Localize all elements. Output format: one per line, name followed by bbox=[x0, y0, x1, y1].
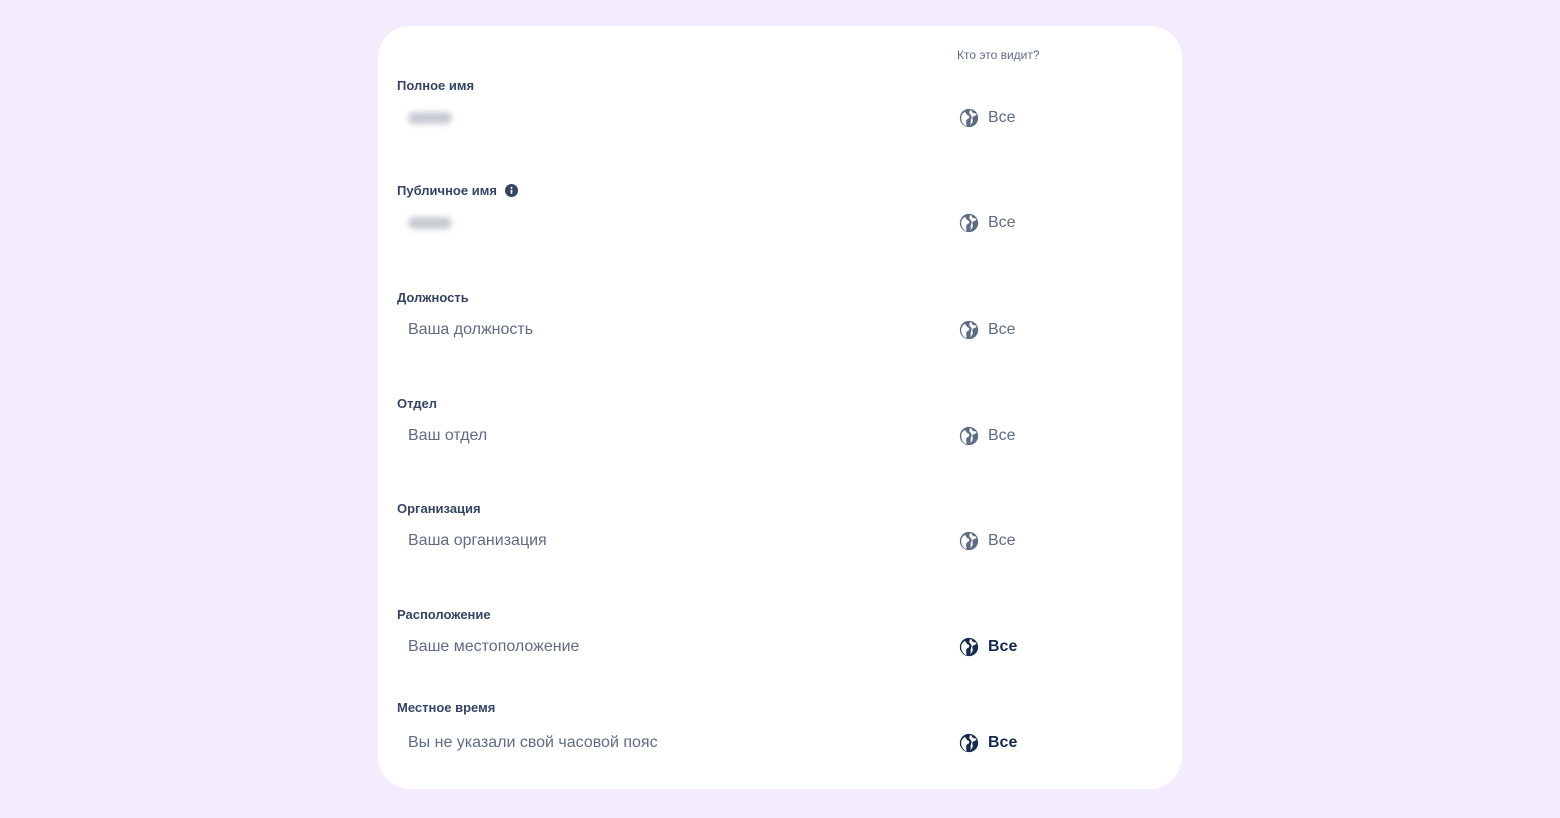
visibility-selector-organization[interactable]: Все bbox=[958, 527, 1016, 555]
visibility-selector-local-time[interactable]: Все bbox=[958, 729, 1017, 757]
field-public-name: Публичное имя Все bbox=[378, 183, 1182, 263]
field-label: Должность bbox=[397, 290, 469, 305]
location-input[interactable]: Ваше местоположение bbox=[398, 629, 928, 665]
globe-icon bbox=[958, 425, 980, 447]
visibility-selector-full-name[interactable]: Все bbox=[958, 104, 1016, 132]
local-time-input[interactable]: Вы не указали свой часовой пояс bbox=[398, 725, 928, 761]
field-department: Отдел Ваш отдел Все bbox=[378, 396, 1182, 476]
placeholder-text: Ваша должность bbox=[408, 321, 534, 338]
full-name-input[interactable] bbox=[398, 100, 928, 136]
field-local-time: Местное время Вы не указали свой часовой… bbox=[378, 700, 1182, 780]
visibility-label: Все bbox=[988, 638, 1018, 655]
globe-icon bbox=[958, 212, 980, 234]
info-icon[interactable] bbox=[504, 184, 518, 197]
profile-card: Кто это видит? Полное имя Все Публичное … bbox=[378, 26, 1182, 789]
visibility-selector-public-name[interactable]: Все bbox=[958, 209, 1016, 237]
organization-input[interactable]: Ваша организация bbox=[398, 523, 928, 559]
visibility-label: Все bbox=[988, 214, 1016, 231]
field-job-title: Должность Ваша должность Все bbox=[378, 290, 1182, 370]
visibility-label: Все bbox=[988, 734, 1018, 751]
placeholder-text: Вы не указали свой часовой пояс bbox=[408, 734, 658, 751]
visibility-label: Все bbox=[988, 321, 1016, 338]
globe-icon bbox=[958, 107, 980, 129]
field-organization: Организация Ваша организация Все bbox=[378, 501, 1182, 581]
visibility-selector-job-title[interactable]: Все bbox=[958, 316, 1016, 344]
field-label: Местное время bbox=[397, 700, 496, 715]
placeholder-text: Ваш отдел bbox=[408, 427, 488, 444]
field-full-name: Полное имя Все bbox=[378, 78, 1182, 158]
blurred-value bbox=[408, 217, 452, 229]
field-label: Полное имя bbox=[397, 78, 475, 93]
visibility-column-header: Кто это видит? bbox=[957, 48, 1040, 62]
globe-icon bbox=[958, 636, 980, 658]
field-location: Расположение Ваше местоположение Все bbox=[378, 607, 1182, 687]
globe-icon bbox=[958, 732, 980, 754]
visibility-selector-department[interactable]: Все bbox=[958, 422, 1016, 450]
public-name-input[interactable] bbox=[398, 205, 928, 241]
visibility-label: Все bbox=[988, 427, 1016, 444]
department-input[interactable]: Ваш отдел bbox=[398, 418, 928, 454]
field-label: Организация bbox=[397, 501, 481, 516]
field-label: Отдел bbox=[397, 396, 438, 411]
placeholder-text: Ваше местоположение bbox=[408, 638, 580, 655]
globe-icon bbox=[958, 319, 980, 341]
field-label: Расположение bbox=[397, 607, 491, 622]
globe-icon bbox=[958, 530, 980, 552]
field-label: Публичное имя bbox=[397, 183, 518, 198]
visibility-label: Все bbox=[988, 532, 1016, 549]
blurred-value bbox=[408, 112, 452, 124]
job-title-input[interactable]: Ваша должность bbox=[398, 312, 928, 348]
placeholder-text: Ваша организация bbox=[408, 532, 547, 549]
visibility-label: Все bbox=[988, 109, 1016, 126]
visibility-selector-location[interactable]: Все bbox=[958, 633, 1017, 661]
